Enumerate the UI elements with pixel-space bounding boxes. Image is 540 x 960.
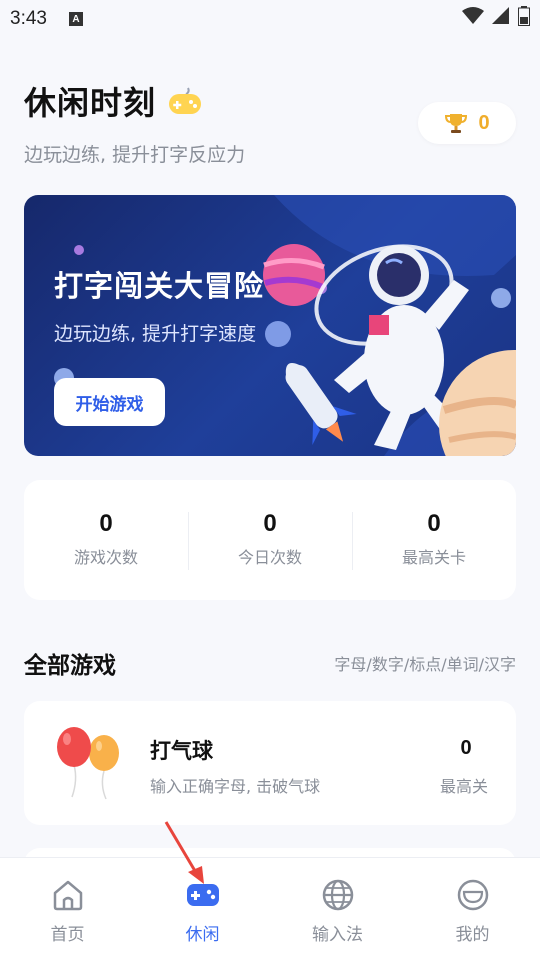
stat-label: 最高关卡 bbox=[401, 548, 466, 567]
status-time: 3:43 bbox=[10, 8, 47, 29]
page-header: 休闲时刻 边玩边练, 提升打字反应力 0 bbox=[24, 78, 516, 167]
banner-subtitle: 边玩边练, 提升打字速度 bbox=[54, 323, 257, 345]
wifi-icon bbox=[462, 7, 484, 24]
tab-home[interactable]: 首页 bbox=[0, 858, 135, 960]
balloon-icon bbox=[57, 727, 119, 800]
game-name: 打气球 bbox=[150, 739, 213, 763]
all-games-header: 全部游戏 字母/数字/标点/单词/汉字 bbox=[24, 646, 516, 680]
trophy-badge[interactable]: 0 bbox=[418, 102, 516, 144]
start-game-button[interactable]: 开始游戏 bbox=[54, 378, 165, 426]
trophy-icon bbox=[445, 114, 468, 133]
globe-icon bbox=[322, 879, 353, 911]
gamepad-emoji-icon bbox=[169, 87, 202, 114]
stat-highest-level: 0 最高关卡 bbox=[352, 510, 516, 570]
game-description: 输入正确字母, 击破气球 bbox=[150, 777, 321, 796]
notification-icon: A bbox=[68, 12, 83, 26]
smile-icon bbox=[457, 879, 488, 911]
home-icon bbox=[53, 880, 82, 911]
stat-value: 0 bbox=[427, 510, 441, 537]
trophy-count: 0 bbox=[478, 111, 490, 134]
signal-icon bbox=[492, 7, 509, 24]
gamepad-icon bbox=[186, 884, 219, 906]
promo-banner[interactable]: 打字闯关大冒险 边玩边练, 提升打字速度 开始游戏 bbox=[24, 195, 516, 456]
status-bar: 3:43 A bbox=[0, 0, 540, 38]
stat-value: 0 bbox=[263, 510, 277, 537]
stat-label: 今日次数 bbox=[237, 548, 302, 567]
tab-input-method[interactable]: 输入法 bbox=[270, 858, 405, 960]
section-title: 全部游戏 bbox=[24, 653, 116, 679]
tab-label: 输入法 bbox=[312, 925, 363, 945]
stat-label: 游戏次数 bbox=[73, 548, 138, 567]
status-icons bbox=[462, 6, 530, 26]
stat-value: 0 bbox=[99, 510, 113, 537]
game-level-value: 0 bbox=[460, 737, 472, 759]
stat-play-count: 0 游戏次数 bbox=[24, 510, 188, 570]
game-card-balloon[interactable]: 打气球 输入正确字母, 击破气球 0 最高关 bbox=[24, 701, 516, 825]
battery-icon bbox=[518, 6, 530, 26]
stat-today-count: 0 今日次数 bbox=[188, 510, 352, 570]
section-filters: 字母/数字/标点/单词/汉字 bbox=[334, 655, 516, 674]
page-subtitle: 边玩边练, 提升打字反应力 bbox=[24, 144, 246, 166]
game-level-label: 最高关 bbox=[439, 777, 488, 796]
tab-leisure[interactable]: 休闲 bbox=[135, 858, 270, 960]
banner-title: 打字闯关大冒险 bbox=[54, 269, 265, 303]
tab-label: 首页 bbox=[50, 925, 85, 945]
tab-label: 休闲 bbox=[185, 925, 220, 945]
page-title: 休闲时刻 bbox=[24, 84, 157, 122]
stats-card: 0 游戏次数 0 今日次数 0 最高关卡 bbox=[24, 480, 516, 600]
bottom-tab-bar: 首页 休闲 输入法 我的 bbox=[0, 857, 540, 960]
tab-me[interactable]: 我的 bbox=[405, 858, 540, 960]
tab-label: 我的 bbox=[455, 925, 490, 945]
